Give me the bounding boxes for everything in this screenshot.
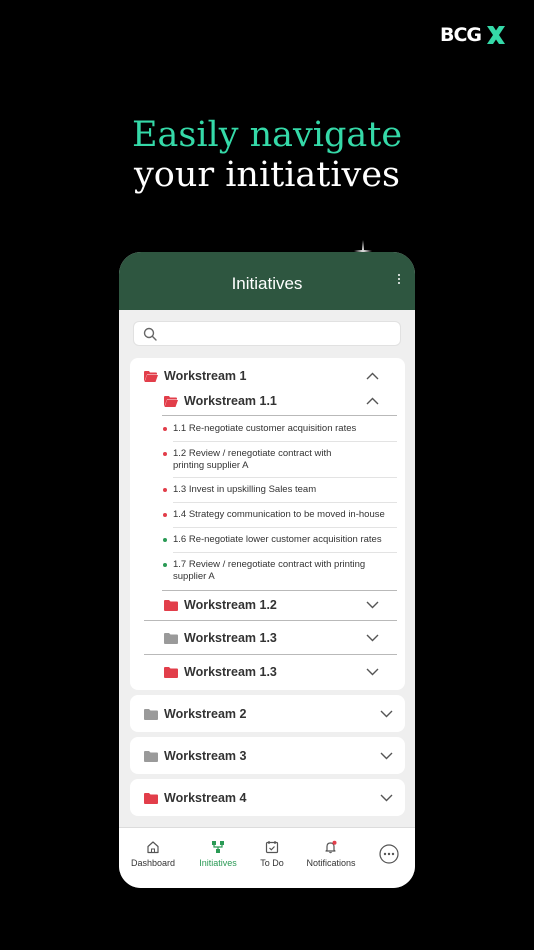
page-title: Initiatives (231, 273, 303, 293)
workstream-4-card[interactable]: Workstream 4 (130, 779, 405, 816)
divider (173, 502, 397, 503)
search-input[interactable] (133, 321, 401, 346)
chevron-down-icon[interactable] (366, 634, 379, 642)
status-dot (163, 452, 167, 456)
divider (173, 552, 397, 553)
task-item[interactable]: 1.7 Review / renegotiate contract with p… (163, 559, 383, 583)
workstream-1-3-label: Workstream 1.3 (184, 665, 277, 679)
workstream-3-card[interactable]: Workstream 3 (130, 737, 405, 774)
tab-label: Dashboard (131, 858, 176, 868)
chevron-up-icon[interactable] (366, 397, 379, 405)
chevron-down-icon[interactable] (380, 710, 393, 718)
headline-line-1: Easily navigate (131, 115, 403, 155)
folder-icon (144, 750, 158, 762)
calendar-check-icon (265, 841, 279, 854)
workstream-1-3-row[interactable]: Workstream 1.3 (164, 665, 405, 679)
workstream-1-1-label: Workstream 1.1 (184, 394, 277, 408)
workstream-2-label: Workstream 2 (164, 707, 247, 721)
folder-open-icon (164, 395, 178, 407)
phone-screen: Initiatives Workstream 1 Workstream 1.1 … (119, 252, 415, 888)
workstream-1-card: Workstream 1 Workstream 1.1 1.1 Re-negot… (130, 358, 405, 690)
headline: Easily navigate your initiatives (0, 115, 534, 195)
tab-to-do[interactable]: To Do (257, 840, 287, 868)
app-header: Initiatives (119, 252, 415, 310)
task-text: 1.4 Strategy communication to be moved i… (173, 509, 385, 520)
tab-label: To Do (260, 858, 284, 868)
task-item[interactable]: 1.1 Re-negotiate customer acquisition ra… (163, 423, 397, 435)
status-dot (163, 513, 167, 517)
brand-name: BCG (439, 24, 482, 46)
folder-icon (144, 708, 158, 720)
headline-line-2: your initiatives (133, 155, 400, 195)
chevron-down-icon[interactable] (366, 601, 379, 609)
divider (144, 620, 397, 621)
task-item[interactable]: 1.2 Review / renegotiate contract with p… (163, 448, 363, 472)
status-dot (163, 427, 167, 431)
workstream-4-row[interactable]: Workstream 4 (144, 791, 405, 805)
task-text: 1.2 Review / renegotiate contract with p… (173, 448, 332, 471)
workstream-1-row[interactable]: Workstream 1 (144, 369, 405, 383)
task-text: 1.6 Re-negotiate lower customer acquisit… (173, 534, 382, 545)
folder-icon (144, 792, 158, 804)
divider (173, 527, 397, 528)
workstream-4-label: Workstream 4 (164, 791, 247, 805)
search-icon (143, 327, 157, 341)
workstream-3-label: Workstream 3 (164, 749, 247, 763)
more-vertical-icon[interactable] (397, 274, 401, 286)
folder-icon (164, 599, 178, 611)
divider (162, 590, 397, 591)
bottom-tab-bar: Dashboard Initiatives To Do Notification… (119, 827, 415, 888)
home-icon (147, 841, 159, 854)
folder-icon (164, 632, 178, 644)
workstream-1-2-row[interactable]: Workstream 1.2 (164, 598, 405, 612)
bell-icon (325, 840, 337, 854)
workstream-1-label: Workstream 1 (164, 369, 247, 383)
chevron-down-icon[interactable] (380, 794, 393, 802)
brand-x-icon (487, 26, 505, 44)
task-item[interactable]: 1.3 Invest in upskilling Sales team (163, 484, 397, 496)
status-dot (163, 488, 167, 492)
workstream-1-1-row[interactable]: Workstream 1.1 (164, 394, 405, 408)
workstream-1-3-label: Workstream 1.3 (184, 631, 277, 645)
tab-dashboard[interactable]: Dashboard (131, 840, 175, 868)
tab-label: Initiatives (199, 858, 237, 868)
tab-notifications[interactable]: Notifications (304, 840, 358, 868)
task-text: 1.7 Review / renegotiate contract with p… (173, 559, 366, 582)
divider (173, 441, 397, 442)
chevron-down-icon[interactable] (366, 668, 379, 676)
status-dot (163, 538, 167, 542)
tab-more[interactable] (379, 844, 399, 868)
divider (144, 654, 397, 655)
chevron-down-icon[interactable] (380, 752, 393, 760)
task-item[interactable]: 1.6 Re-negotiate lower customer acquisit… (163, 534, 397, 546)
task-text: 1.1 Re-negotiate customer acquisition ra… (173, 423, 357, 434)
divider (173, 477, 397, 478)
folder-icon (164, 666, 178, 678)
more-horizontal-icon (379, 844, 399, 864)
status-dot (163, 563, 167, 567)
divider (162, 415, 397, 416)
workstream-3-row[interactable]: Workstream 3 (144, 749, 405, 763)
task-text: 1.3 Invest in upskilling Sales team (173, 484, 317, 495)
workstream-1-3-row[interactable]: Workstream 1.3 (164, 631, 405, 645)
task-item[interactable]: 1.4 Strategy communication to be moved i… (163, 509, 397, 521)
folder-open-icon (144, 370, 158, 382)
workstream-1-2-label: Workstream 1.2 (184, 598, 277, 612)
workstream-2-card[interactable]: Workstream 2 (130, 695, 405, 732)
hierarchy-icon (212, 841, 224, 853)
tab-initiatives[interactable]: Initiatives (195, 840, 241, 868)
chevron-up-icon[interactable] (366, 372, 379, 380)
tab-label: Notifications (306, 858, 356, 868)
brand-logo: BCG (440, 24, 507, 46)
workstream-2-row[interactable]: Workstream 2 (144, 707, 405, 721)
